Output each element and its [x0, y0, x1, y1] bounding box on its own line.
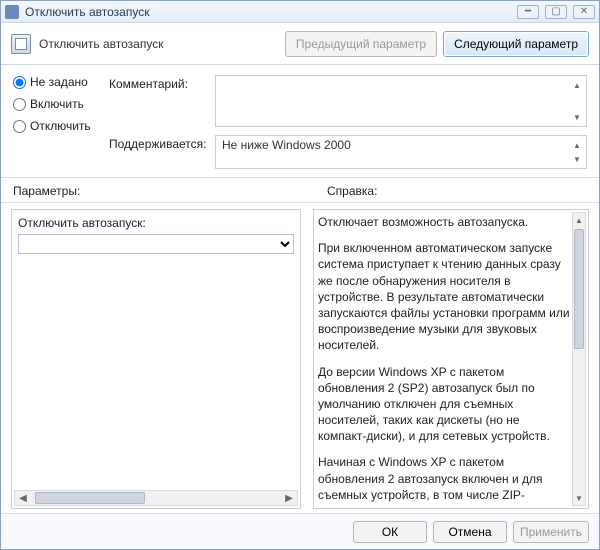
next-setting-button[interactable]: Следующий параметр [443, 31, 589, 57]
app-icon [5, 5, 19, 19]
supported-label: Поддерживается: [109, 135, 209, 151]
radio-disabled[interactable]: Отключить [13, 119, 103, 133]
option-dropdown[interactable] [18, 234, 294, 254]
toolbar-caption: Отключить автозапуск [39, 37, 279, 51]
apply-button[interactable]: Применить [513, 521, 589, 543]
help-vscrollbar[interactable]: ▲ ▼ [572, 212, 586, 506]
close-button[interactable]: ✕ [573, 5, 595, 19]
radio-enabled-label: Включить [30, 97, 84, 111]
ok-button[interactable]: ОК [353, 521, 427, 543]
comment-scroll-down-icon[interactable]: ▼ [570, 110, 584, 124]
radio-not-configured-label: Не задано [30, 75, 88, 89]
minimize-button[interactable]: ━ [517, 5, 539, 19]
hscroll-thumb[interactable] [35, 492, 145, 504]
help-text: Отключает возможность автозапуска. При в… [318, 214, 570, 504]
help-paragraph: Начиная с Windows XP с пакетом обновлени… [318, 454, 570, 504]
help-paragraph: До версии Windows XP с пакетом обновлени… [318, 364, 570, 445]
radio-enabled[interactable]: Включить [13, 97, 103, 111]
hscroll-right-icon[interactable]: ▶ [281, 493, 297, 504]
vscroll-down-icon[interactable]: ▼ [575, 491, 583, 505]
policy-icon [11, 34, 31, 54]
radio-not-configured-input[interactable] [13, 76, 26, 89]
help-panel: Отключает возможность автозапуска. При в… [313, 209, 589, 509]
option-field-label: Отключить автозапуск: [18, 216, 294, 230]
titlebar: Отключить автозапуск ━ ▢ ✕ [1, 1, 599, 23]
options-panel: Отключить автозапуск: ◀ ▶ [11, 209, 301, 509]
window-title: Отключить автозапуск [25, 5, 517, 19]
radio-not-configured[interactable]: Не задано [13, 75, 103, 89]
previous-setting-button[interactable]: Предыдущий параметр [285, 31, 437, 57]
radio-disabled-label: Отключить [30, 119, 91, 133]
radio-disabled-input[interactable] [13, 120, 26, 133]
cancel-button[interactable]: Отмена [433, 521, 507, 543]
footer: ОК Отмена Применить [1, 513, 599, 549]
toolbar: Отключить автозапуск Предыдущий параметр… [1, 23, 599, 65]
hscroll-left-icon[interactable]: ◀ [15, 493, 31, 504]
supported-box: Не ниже Windows 2000 ▲ ▼ [215, 135, 587, 169]
vscroll-up-icon[interactable]: ▲ [575, 213, 583, 227]
help-paragraph: Отключает возможность автозапуска. [318, 214, 570, 230]
radio-enabled-input[interactable] [13, 98, 26, 111]
vscroll-thumb[interactable] [574, 229, 584, 349]
panels-area: Отключить автозапуск: ◀ ▶ Отключает возм… [1, 203, 599, 513]
dialog-window: Отключить автозапуск ━ ▢ ✕ Отключить авт… [0, 0, 600, 550]
options-hscrollbar[interactable]: ◀ ▶ [14, 490, 298, 506]
options-heading: Параметры: [13, 184, 281, 198]
supported-value: Не ниже Windows 2000 [222, 138, 351, 152]
maximize-button[interactable]: ▢ [545, 5, 567, 19]
supported-scroll-up-icon[interactable]: ▲ [570, 138, 584, 152]
supported-scroll-down-icon[interactable]: ▼ [570, 152, 584, 166]
settings-area: Не задано Включить Отключить Комментарий… [1, 65, 599, 178]
comment-textarea[interactable]: ▲ ▼ [215, 75, 587, 127]
help-paragraph: При включенном автоматическом запуске си… [318, 240, 570, 353]
comment-scroll-up-icon[interactable]: ▲ [570, 78, 584, 92]
help-heading: Справка: [281, 184, 587, 198]
comment-label: Комментарий: [109, 75, 209, 91]
panel-headings: Параметры: Справка: [1, 178, 599, 203]
